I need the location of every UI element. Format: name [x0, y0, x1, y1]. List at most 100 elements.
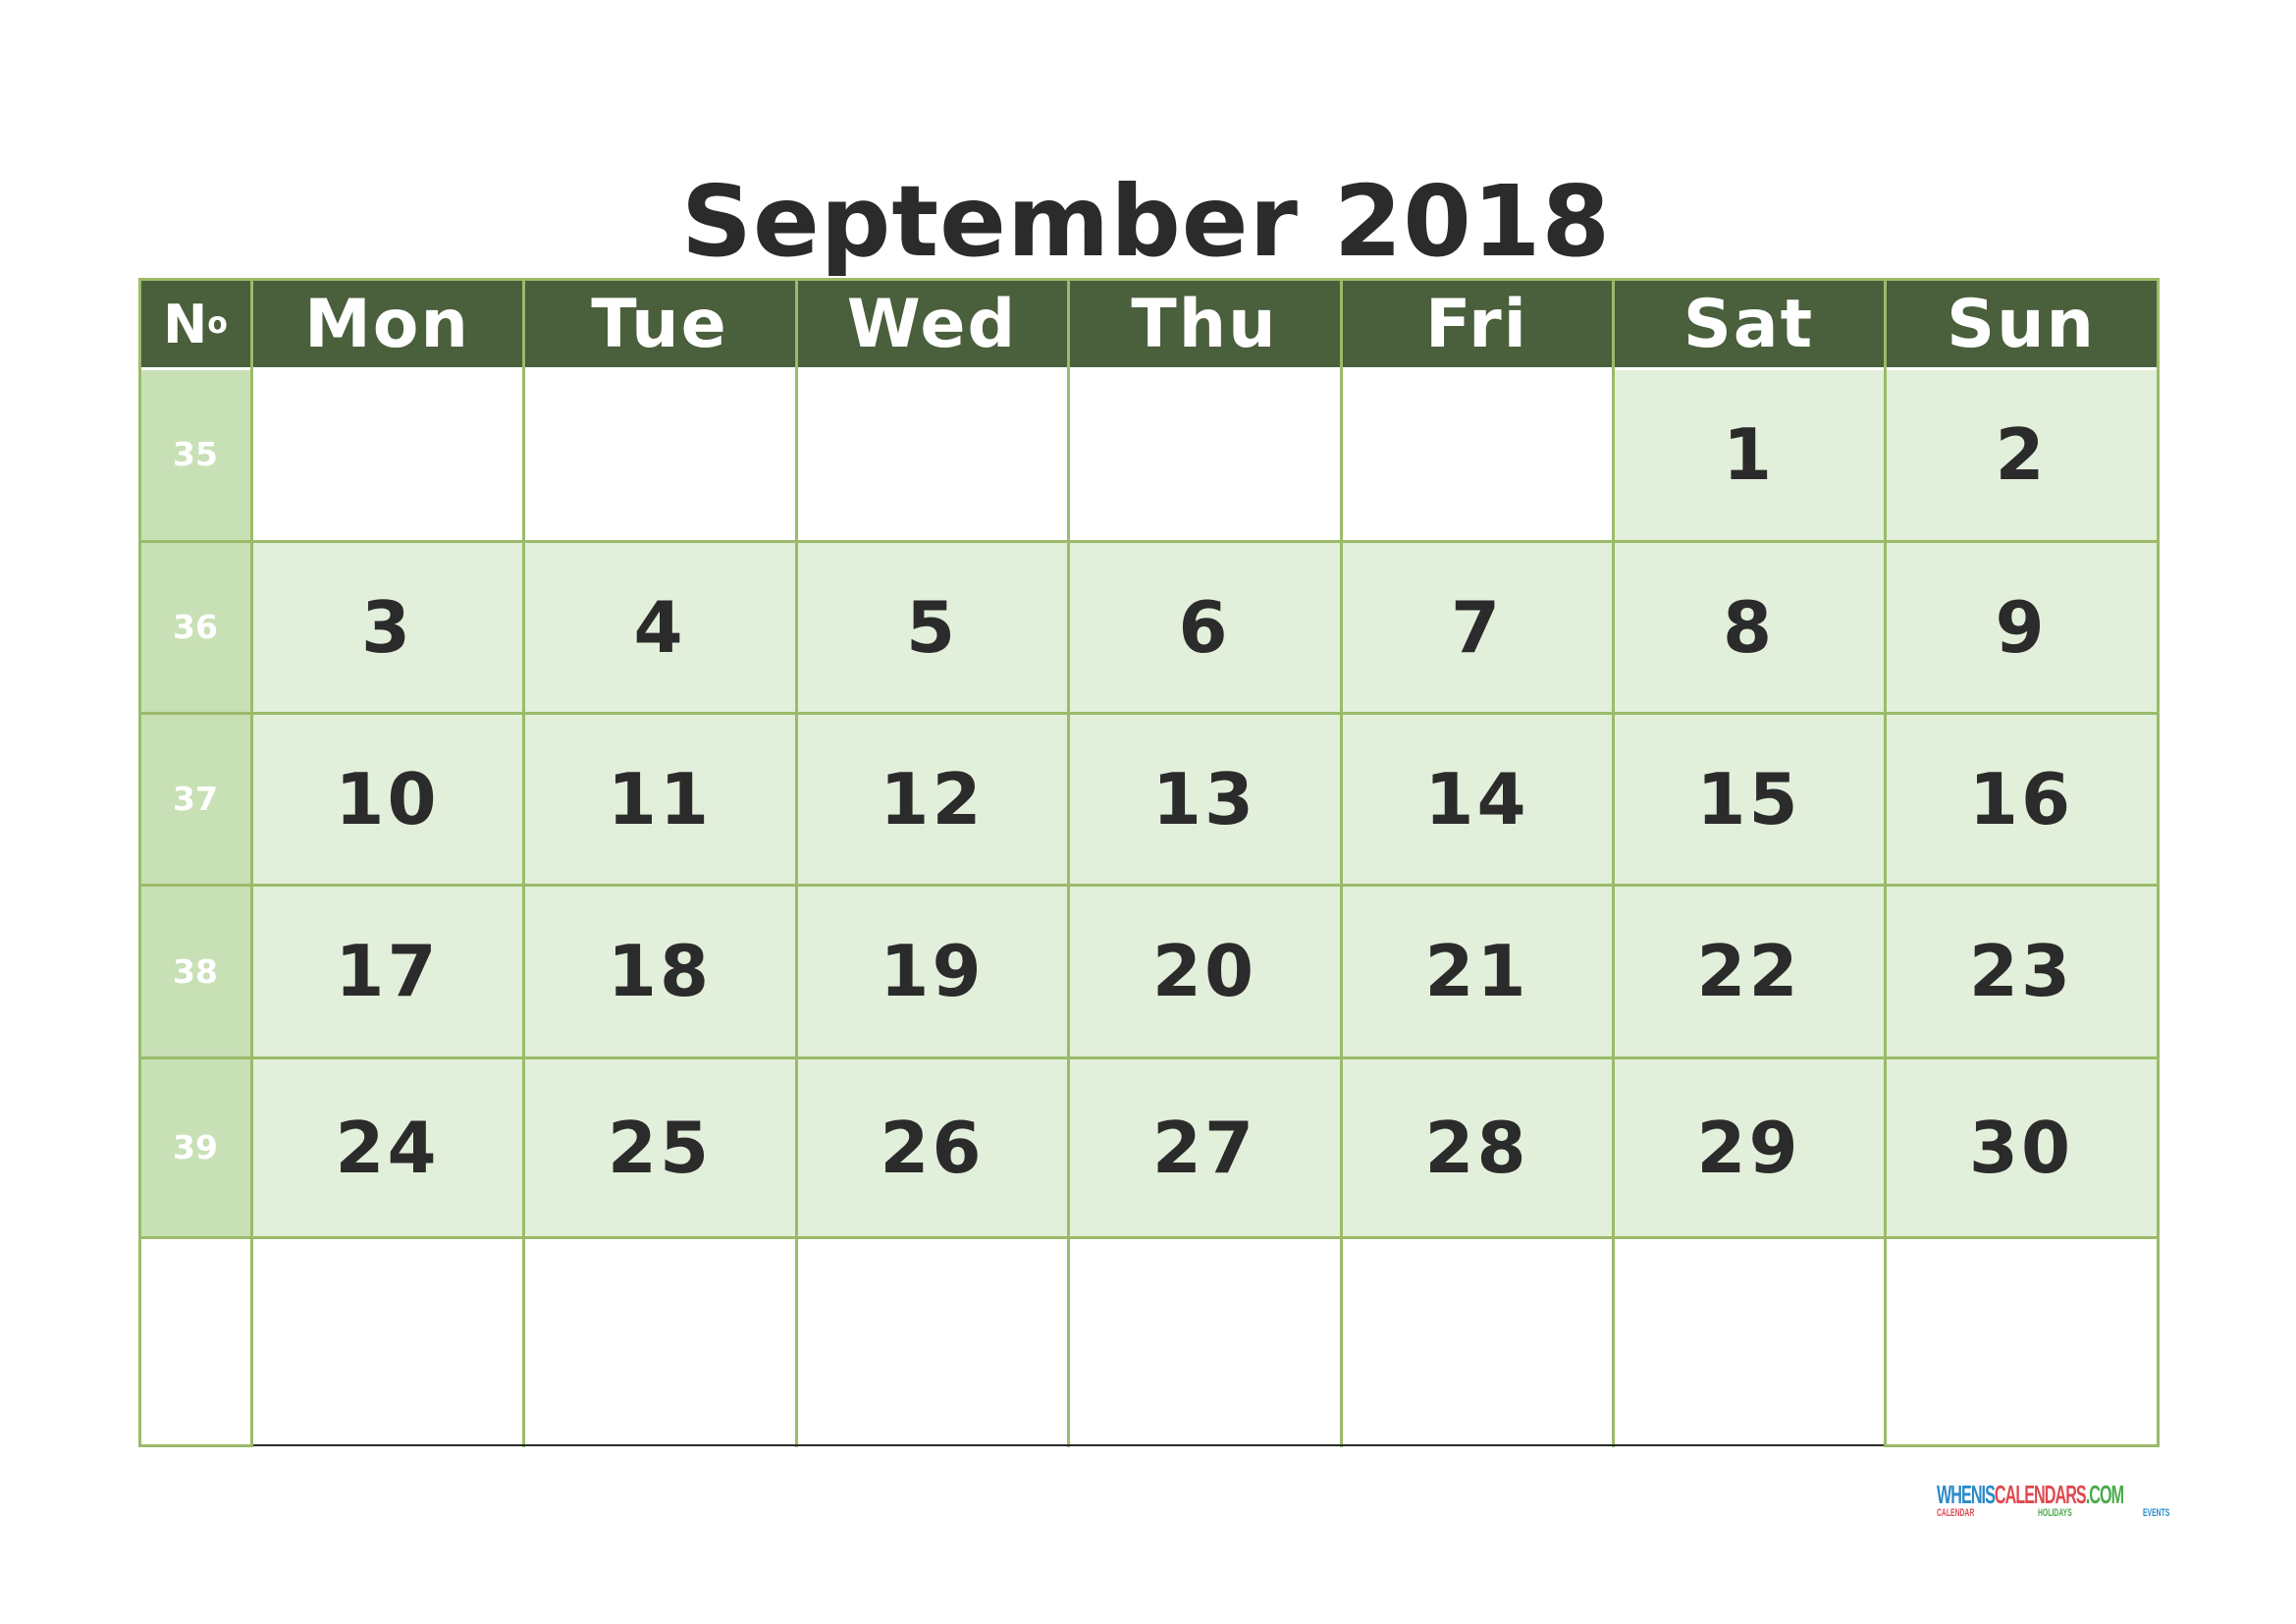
day-number: 17 [335, 930, 440, 1012]
empty-day-cell[interactable] [1068, 367, 1341, 541]
month-year-title: September 2018 [680, 164, 1612, 279]
day-cell[interactable]: 24 [251, 1057, 523, 1237]
day-cell[interactable]: 28 [1341, 1057, 1613, 1237]
day-number: 24 [335, 1106, 440, 1189]
weekday-header-sun: Sun [1885, 279, 2158, 367]
day-cell[interactable]: 11 [523, 713, 796, 885]
grid-line-vertical [1884, 278, 1887, 1447]
day-number: 21 [1424, 930, 1529, 1012]
header-separator [139, 367, 2158, 370]
empty-day-cell[interactable] [1341, 367, 1613, 541]
grid-line-vertical [522, 278, 525, 1447]
day-number: 6 [1178, 585, 1231, 669]
day-cell[interactable]: 14 [1341, 713, 1613, 885]
week-number-cell: 38 [139, 885, 251, 1057]
site-logo: WHENISCALENDARS.COM CALENDAR HOLIDAYS EV… [1937, 1481, 2177, 1522]
day-number: 13 [1151, 757, 1257, 840]
logo-part-whenis: WHENIS [1937, 1480, 1996, 1509]
day-cell[interactable]: 30 [1885, 1057, 2158, 1237]
empty-day-cell[interactable] [1068, 1237, 1341, 1445]
grid-line-horizontal [138, 712, 2160, 715]
empty-day-cell[interactable] [796, 1237, 1068, 1445]
day-number: 18 [607, 930, 713, 1012]
day-cell[interactable]: 15 [1613, 713, 1885, 885]
day-number: 16 [1968, 757, 2074, 840]
grid-line-horizontal [138, 884, 2160, 887]
weekday-header-wed: Wed [796, 279, 1068, 367]
day-number: 26 [880, 1106, 985, 1189]
day-cell[interactable]: 7 [1341, 541, 1613, 713]
day-cell[interactable]: 10 [251, 713, 523, 885]
empty-day-cell[interactable] [251, 367, 523, 541]
day-cell[interactable]: 19 [796, 885, 1068, 1057]
grid-line-horizontal [138, 1236, 2160, 1239]
week-number-cell: 35 [139, 367, 251, 541]
day-cell[interactable]: 4 [523, 541, 796, 713]
weekday-header-sat: Sat [1613, 279, 1885, 367]
grid-line-bottom-week [138, 1444, 253, 1447]
day-cell[interactable]: 13 [1068, 713, 1341, 885]
logo-part-calendars: CALENDARS [1994, 1480, 2087, 1509]
day-number: 10 [335, 757, 440, 840]
week-number-cell: 36 [139, 541, 251, 713]
empty-day-cell[interactable] [1613, 1237, 1885, 1445]
day-cell[interactable]: 3 [251, 541, 523, 713]
day-cell[interactable]: 22 [1613, 885, 1885, 1057]
grid-line-vertical [1340, 278, 1343, 1447]
day-cell[interactable]: 17 [251, 885, 523, 1057]
day-cell[interactable]: 12 [796, 713, 1068, 885]
week-number-header: No [139, 279, 251, 367]
day-cell[interactable]: 18 [523, 885, 796, 1057]
calendar-title: September 2018 [0, 165, 2296, 279]
logo-wordmark: WHENISCALENDARS.COM [1937, 1480, 2124, 1509]
day-number: 12 [880, 757, 985, 840]
day-cell[interactable]: 6 [1068, 541, 1341, 713]
day-cell[interactable]: 25 [523, 1057, 796, 1237]
week-number-header-label: N [163, 293, 208, 355]
day-cell[interactable]: 27 [1068, 1057, 1341, 1237]
day-number: 14 [1424, 757, 1529, 840]
weekday-header-tue: Tue [523, 279, 796, 367]
empty-day-cell[interactable] [523, 1237, 796, 1445]
day-cell[interactable]: 9 [1885, 541, 2158, 713]
day-cell[interactable]: 16 [1885, 713, 2158, 885]
week-number-cell: 37 [139, 713, 251, 885]
grid-line-top [138, 278, 2160, 281]
empty-day-cell[interactable] [251, 1237, 523, 1445]
day-cell[interactable]: 29 [1613, 1057, 1885, 1237]
empty-day-cell[interactable] [796, 367, 1068, 541]
day-cell[interactable]: 21 [1341, 885, 1613, 1057]
empty-day-cell[interactable] [523, 367, 796, 541]
day-number: 30 [1968, 1106, 2074, 1189]
day-number: 11 [607, 757, 713, 840]
grid-line-bottom [253, 1444, 1884, 1446]
grid-line-horizontal [138, 540, 2160, 543]
day-number: 20 [1151, 930, 1257, 1012]
day-number: 8 [1722, 585, 1776, 669]
day-number: 19 [880, 930, 985, 1012]
day-cell[interactable]: 1 [1613, 367, 1885, 541]
day-cell[interactable]: 2 [1885, 367, 2158, 541]
day-cell[interactable]: 20 [1068, 885, 1341, 1057]
day-number: 27 [1151, 1106, 1257, 1189]
weekday-header-thu: Thu [1068, 279, 1341, 367]
day-number: 5 [905, 585, 959, 669]
weekday-header-mon: Mon [251, 279, 523, 367]
day-number: 4 [633, 585, 686, 669]
day-cell[interactable]: 23 [1885, 885, 2158, 1057]
logo-sub-events: EVENTS [2143, 1507, 2170, 1519]
day-cell[interactable]: 5 [796, 541, 1068, 713]
logo-sub-holidays: HOLIDAYS [2038, 1507, 2072, 1519]
day-cell[interactable]: 8 [1613, 541, 1885, 713]
day-number: 7 [1450, 585, 1504, 669]
empty-day-cell[interactable] [1341, 1237, 1613, 1445]
day-number: 3 [360, 585, 414, 669]
grid-line-vertical [138, 278, 141, 1447]
empty-day-cell[interactable] [1885, 1237, 2158, 1445]
weekday-header-fri: Fri [1341, 279, 1613, 367]
grid-line-horizontal [138, 1056, 2160, 1059]
day-number: 15 [1696, 757, 1801, 840]
day-cell[interactable]: 26 [796, 1057, 1068, 1237]
grid-line-vertical [795, 278, 798, 1447]
day-number: 25 [607, 1106, 713, 1189]
